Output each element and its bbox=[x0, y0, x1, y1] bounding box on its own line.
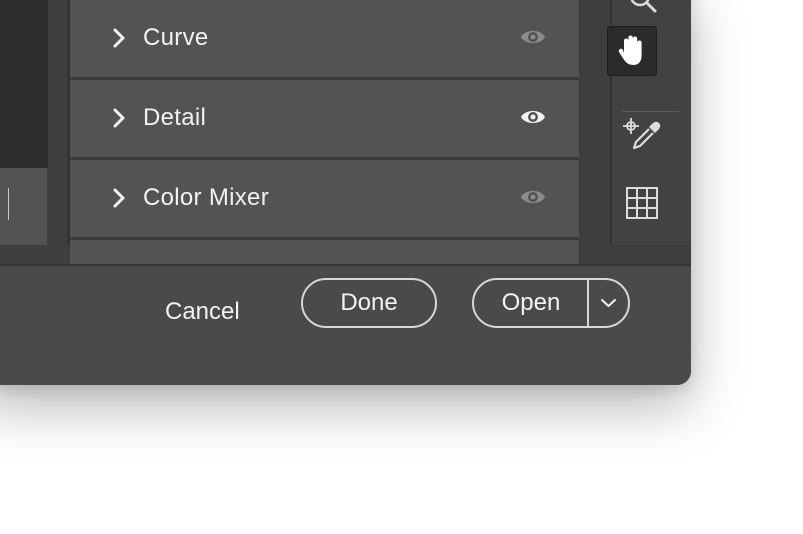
cancel-button[interactable]: Cancel bbox=[165, 298, 240, 326]
before-after-icon[interactable] bbox=[0, 188, 24, 220]
section-label: Detail bbox=[143, 104, 207, 131]
zoom-icon[interactable] bbox=[618, 0, 666, 24]
eye-icon[interactable] bbox=[520, 106, 546, 128]
camera-raw-dialog: Curve Detail Color Mixer Cancel Done Ope… bbox=[0, 0, 691, 385]
chevron-right-icon bbox=[113, 28, 125, 48]
chevron-right-icon bbox=[113, 108, 125, 128]
preview-toolbar bbox=[0, 168, 47, 245]
color-sampler-icon[interactable] bbox=[618, 112, 666, 160]
edit-panel: Curve Detail Color Mixer bbox=[70, 0, 579, 270]
dialog-footer: Cancel Done Open bbox=[0, 266, 691, 385]
chevron-down-icon[interactable] bbox=[589, 280, 628, 326]
hand-tool-button[interactable] bbox=[607, 26, 657, 76]
eye-icon[interactable] bbox=[520, 186, 546, 208]
section-curve[interactable]: Curve bbox=[70, 0, 579, 80]
tool-strip bbox=[607, 0, 691, 245]
hand-icon bbox=[618, 35, 642, 65]
chevron-right-icon bbox=[113, 188, 125, 208]
section-label: Color Mixer bbox=[143, 184, 269, 211]
open-button[interactable]: Open bbox=[474, 280, 588, 326]
section-color-mixer[interactable]: Color Mixer bbox=[70, 160, 579, 240]
grid-icon[interactable] bbox=[618, 180, 666, 228]
eye-icon[interactable] bbox=[520, 26, 546, 48]
tool-separator bbox=[622, 111, 679, 112]
section-detail[interactable]: Detail bbox=[70, 80, 579, 160]
image-preview-area bbox=[0, 0, 48, 168]
done-button[interactable]: Done bbox=[301, 278, 437, 328]
panel-scrollbar-track[interactable] bbox=[579, 0, 610, 245]
section-label: Curve bbox=[143, 24, 209, 51]
open-button-group: Open bbox=[472, 278, 630, 328]
